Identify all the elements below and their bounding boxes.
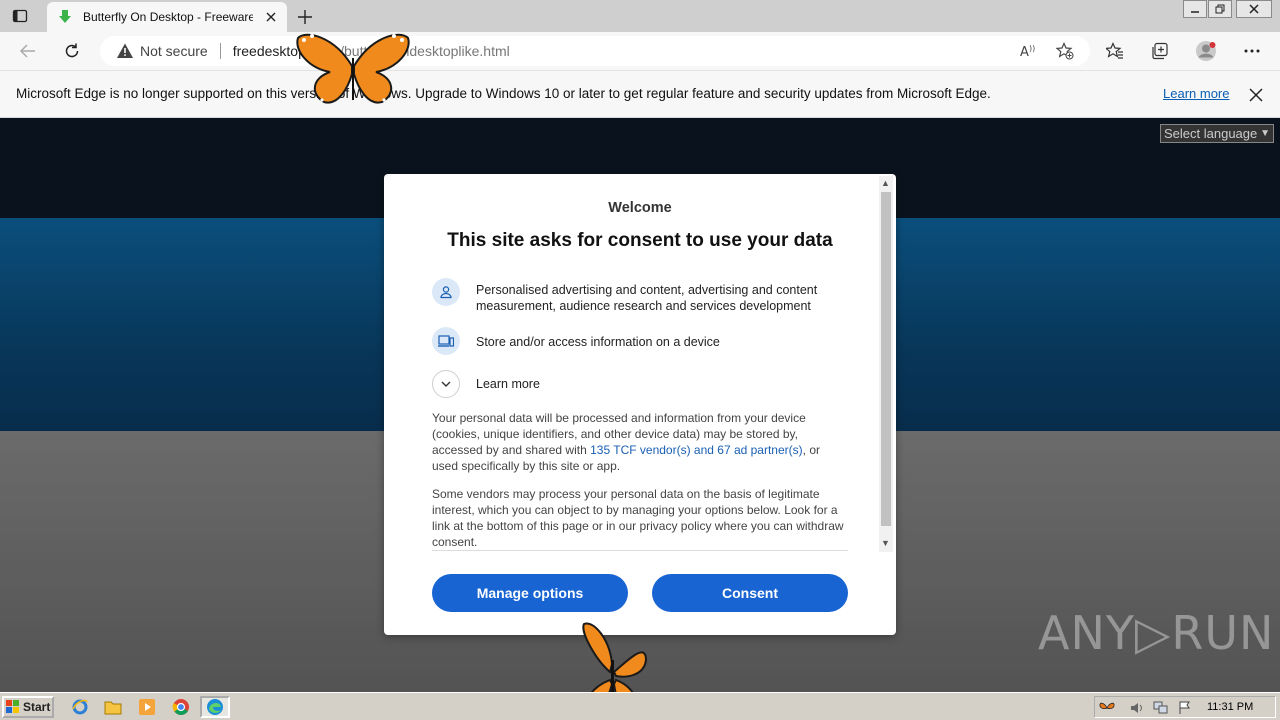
butterfly-icon[interactable] [294, 28, 412, 110]
browser-toolbar: Not secure freedesktop .com/butterflyond… [0, 32, 1280, 70]
file-explorer-icon[interactable] [103, 697, 123, 717]
infobar-learn-more-link[interactable]: Learn more [1163, 86, 1229, 101]
favorites-icon[interactable] [1104, 40, 1126, 62]
windows-flag-icon [6, 700, 19, 713]
devices-icon [432, 327, 460, 355]
consent-paragraph-1: Your personal data will be processed and… [432, 410, 848, 474]
refresh-icon[interactable] [61, 40, 83, 62]
action-center-flag-icon[interactable] [1177, 700, 1193, 716]
edge-icon[interactable] [200, 696, 230, 718]
internet-explorer-icon[interactable] [70, 697, 90, 717]
more-menu-icon[interactable] [1241, 40, 1263, 62]
warning-icon [117, 43, 133, 58]
browser-tab[interactable]: Butterfly On Desktop - Freeware a [47, 2, 287, 32]
unsupported-os-infobar: Microsoft Edge is no longer supported on… [0, 70, 1280, 118]
address-bar[interactable]: Not secure freedesktop .com/butterflyond… [100, 36, 1090, 66]
minimize-icon[interactable] [1183, 0, 1207, 18]
dialog-title: This site asks for consent to use your d… [447, 230, 833, 251]
system-tray: 11:31 PM [1094, 696, 1276, 718]
back-arrow-icon[interactable] [17, 40, 39, 62]
start-label: Start [23, 700, 51, 714]
consent-dialog: ▲ ▼ Welcome This site asks for consent t… [384, 174, 896, 635]
network-icon[interactable] [1153, 700, 1169, 716]
add-favorite-icon[interactable] [1055, 41, 1075, 61]
close-window-icon[interactable] [1236, 0, 1272, 18]
vendors-link[interactable]: 135 TCF vendor(s) and 67 ad partner(s) [590, 443, 803, 457]
address-divider [219, 43, 221, 59]
learn-more-label[interactable]: Learn more [476, 370, 540, 392]
svg-text:A: A [1020, 45, 1029, 60]
purpose-text: Store and/or access information on a dev… [476, 335, 720, 349]
consent-paragraph-2: Some vendors may process your personal d… [432, 487, 844, 549]
infobar-message: Microsoft Edge is no longer supported on… [16, 86, 991, 101]
dialog-welcome: Welcome [608, 200, 672, 216]
start-button[interactable]: Start [2, 696, 54, 718]
windows-taskbar: Start 11:31 PM [0, 692, 1280, 720]
chrome-icon[interactable] [171, 697, 191, 717]
download-arrow-icon [59, 10, 71, 23]
purpose-item-personalised: Personalised advertising and content, ad… [432, 278, 852, 314]
purpose-text: Personalised advertising and content, ad… [476, 283, 818, 313]
security-label: Not secure [140, 43, 208, 59]
tab-title: Butterfly On Desktop - Freeware a [83, 10, 253, 24]
volume-icon[interactable] [1129, 700, 1145, 716]
dialog-divider [432, 550, 848, 551]
manage-options-button[interactable]: Manage options [432, 574, 628, 612]
consent-button[interactable]: Consent [652, 574, 848, 612]
person-icon [432, 278, 460, 306]
restore-icon[interactable] [1208, 0, 1232, 18]
collections-icon[interactable] [1149, 40, 1171, 62]
scroll-down-icon[interactable]: ▼ [881, 538, 890, 548]
scroll-up-icon[interactable]: ▲ [881, 178, 890, 188]
new-tab-icon[interactable] [294, 6, 316, 28]
media-player-icon[interactable] [137, 697, 157, 717]
butterfly-tray-icon[interactable] [1099, 700, 1115, 716]
svg-text:)): )) [1029, 44, 1035, 53]
tab-strip: Butterfly On Desktop - Freeware a [0, 0, 1280, 32]
profile-avatar-icon[interactable] [1195, 40, 1217, 62]
purpose-item-storage: Store and/or access information on a dev… [432, 327, 852, 355]
close-tab-icon[interactable] [263, 9, 279, 25]
close-icon[interactable] [1247, 86, 1265, 104]
tab-actions-icon[interactable] [10, 6, 30, 26]
learn-more-toggle[interactable]: Learn more [432, 370, 852, 398]
read-aloud-icon[interactable]: A)) [1018, 41, 1038, 61]
chevron-down-icon[interactable] [432, 370, 460, 398]
clock[interactable]: 11:31 PM [1207, 701, 1253, 713]
